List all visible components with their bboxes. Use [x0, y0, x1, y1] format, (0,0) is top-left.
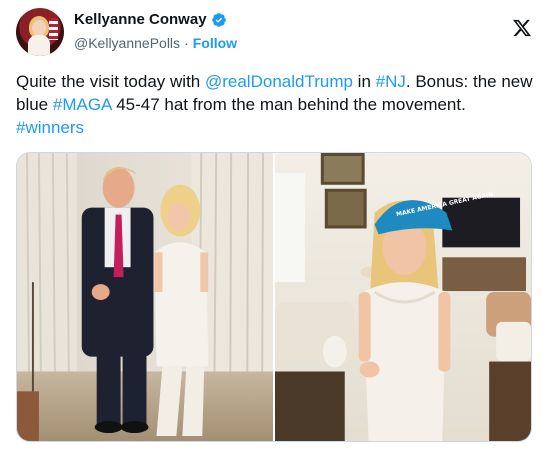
avatar-flag	[49, 18, 58, 40]
author-name[interactable]: Kellyanne Conway	[74, 11, 207, 28]
media-grid: MAKE AMERICA GREAT AGAIN	[16, 152, 532, 442]
author-avatar[interactable]	[16, 8, 64, 56]
mention-link[interactable]: @realDonaldTrump	[205, 72, 353, 91]
author-name-row: Kellyanne Conway	[74, 11, 227, 28]
photo-left[interactable]	[17, 153, 273, 441]
author-handle[interactable]: @KellyannePolls	[74, 35, 180, 51]
verified-badge-icon	[211, 12, 227, 28]
author-handle-row: @KellyannePolls · Follow	[74, 35, 237, 51]
follow-button[interactable]: Follow	[193, 35, 237, 51]
hashtag-link-winners[interactable]: #winners	[16, 118, 84, 137]
tweet-text: Quite the visit today with @realDonaldTr…	[16, 72, 533, 137]
hashtag-link-maga[interactable]: #MAGA	[53, 95, 112, 114]
photo-right[interactable]: MAKE AMERICA GREAT AGAIN	[275, 153, 531, 441]
x-logo-icon[interactable]	[511, 18, 533, 38]
hashtag-link-nj[interactable]: #NJ	[376, 72, 406, 91]
separator-dot: ·	[184, 35, 189, 51]
tweet-card: Kellyanne Conway @KellyannePolls · Follo…	[0, 0, 557, 451]
tweet-header: Kellyanne Conway @KellyannePolls · Follo…	[16, 8, 545, 60]
